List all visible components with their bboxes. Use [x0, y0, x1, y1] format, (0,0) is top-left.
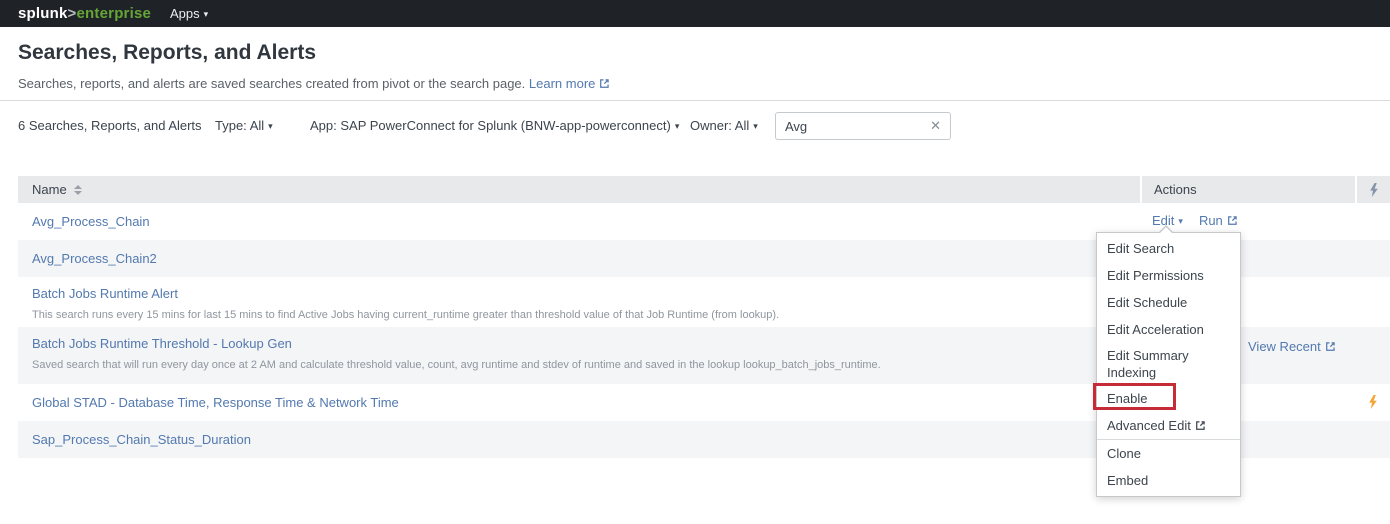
- clear-search-icon[interactable]: ✕: [930, 113, 941, 139]
- row-name-link[interactable]: Sap_Process_Chain_Status_Duration: [32, 432, 251, 447]
- type-filter[interactable]: Type: All ▾: [215, 112, 273, 140]
- header-divider: [0, 100, 1390, 101]
- actions-column-header: Actions: [1140, 176, 1355, 203]
- row-name-link[interactable]: Avg_Process_Chain2: [32, 251, 157, 266]
- apps-menu-label: Apps: [170, 6, 200, 21]
- owner-filter[interactable]: Owner: All ▾: [690, 112, 758, 140]
- accelerated-lightning-icon: [1368, 395, 1378, 409]
- learn-more-label: Learn more: [529, 76, 595, 91]
- acceleration-column-header: [1355, 176, 1390, 203]
- chevron-down-icon: ▾: [675, 121, 680, 131]
- search-input[interactable]: [776, 113, 921, 139]
- actions-column-label: Actions: [1154, 182, 1197, 197]
- menu-item-advanced-edit[interactable]: Advanced Edit: [1097, 412, 1240, 439]
- run-action-link[interactable]: Run: [1199, 213, 1238, 228]
- menu-item-edit-search[interactable]: Edit Search: [1097, 235, 1240, 262]
- apps-menu[interactable]: Apps ▾: [170, 0, 208, 29]
- page-subtitle-text: Searches, reports, and alerts are saved …: [18, 76, 525, 91]
- top-bar: splunk>enterprise Apps ▾: [0, 0, 1390, 27]
- row-description: This search runs every 15 mins for last …: [32, 309, 1140, 321]
- view-recent-label: View Recent: [1248, 339, 1321, 354]
- learn-more-link[interactable]: Learn more: [529, 76, 610, 91]
- logo-splunk-text: splunk: [18, 5, 68, 22]
- menu-item-edit-schedule[interactable]: Edit Schedule: [1097, 289, 1240, 316]
- menu-item-edit-acceleration[interactable]: Edit Acceleration: [1097, 316, 1240, 343]
- external-link-icon: [1227, 215, 1238, 226]
- advanced-edit-label: Advanced Edit: [1107, 418, 1191, 433]
- row-description: Saved search that will run every day onc…: [32, 359, 1140, 371]
- row-name-link[interactable]: Avg_Process_Chain: [32, 214, 150, 229]
- external-link-icon: [1325, 341, 1336, 352]
- row-name-link[interactable]: Batch Jobs Runtime Threshold - Lookup Ge…: [32, 336, 292, 351]
- name-column-header[interactable]: Name: [18, 176, 1140, 203]
- menu-item-edit-summary-indexing[interactable]: Edit Summary Indexing: [1097, 343, 1217, 385]
- menu-item-edit-permissions[interactable]: Edit Permissions: [1097, 262, 1240, 289]
- chevron-down-icon: ▾: [753, 121, 758, 131]
- table-header: Name Actions: [18, 176, 1390, 203]
- chevron-down-icon: ▾: [268, 121, 273, 131]
- page-subtitle: Searches, reports, and alerts are saved …: [18, 76, 610, 91]
- owner-filter-label: Owner: All: [690, 118, 749, 133]
- result-count: 6 Searches, Reports, and Alerts: [18, 112, 202, 140]
- row-name-link[interactable]: Batch Jobs Runtime Alert: [32, 286, 178, 301]
- external-link-icon: [1195, 420, 1206, 431]
- menu-item-clone[interactable]: Clone: [1097, 440, 1240, 467]
- name-column-label: Name: [32, 182, 67, 197]
- logo-enterprise-text: enterprise: [77, 5, 152, 22]
- run-label: Run: [1199, 213, 1223, 228]
- app-filter-label: App: SAP PowerConnect for Splunk (BNW-ap…: [310, 118, 671, 133]
- view-recent-link[interactable]: View Recent: [1248, 339, 1336, 354]
- page-title: Searches, Reports, and Alerts: [18, 41, 316, 65]
- menu-item-embed[interactable]: Embed: [1097, 467, 1240, 494]
- filter-search-box: ✕: [775, 112, 951, 140]
- row-name-link[interactable]: Global STAD - Database Time, Response Ti…: [32, 395, 399, 410]
- type-filter-label: Type: All: [215, 118, 264, 133]
- chevron-down-icon: ▾: [204, 9, 209, 19]
- lightning-icon: [1369, 183, 1379, 197]
- app-filter[interactable]: App: SAP PowerConnect for Splunk (BNW-ap…: [310, 112, 679, 140]
- sort-icon: [74, 185, 82, 195]
- external-link-icon: [599, 78, 610, 89]
- splunk-logo: splunk>enterprise: [18, 0, 151, 27]
- menu-item-enable[interactable]: Enable: [1097, 385, 1240, 412]
- chevron-down-icon: ▾: [1178, 216, 1183, 226]
- edit-dropdown-menu: Edit Search Edit Permissions Edit Schedu…: [1096, 232, 1241, 497]
- logo-caret: >: [68, 5, 77, 22]
